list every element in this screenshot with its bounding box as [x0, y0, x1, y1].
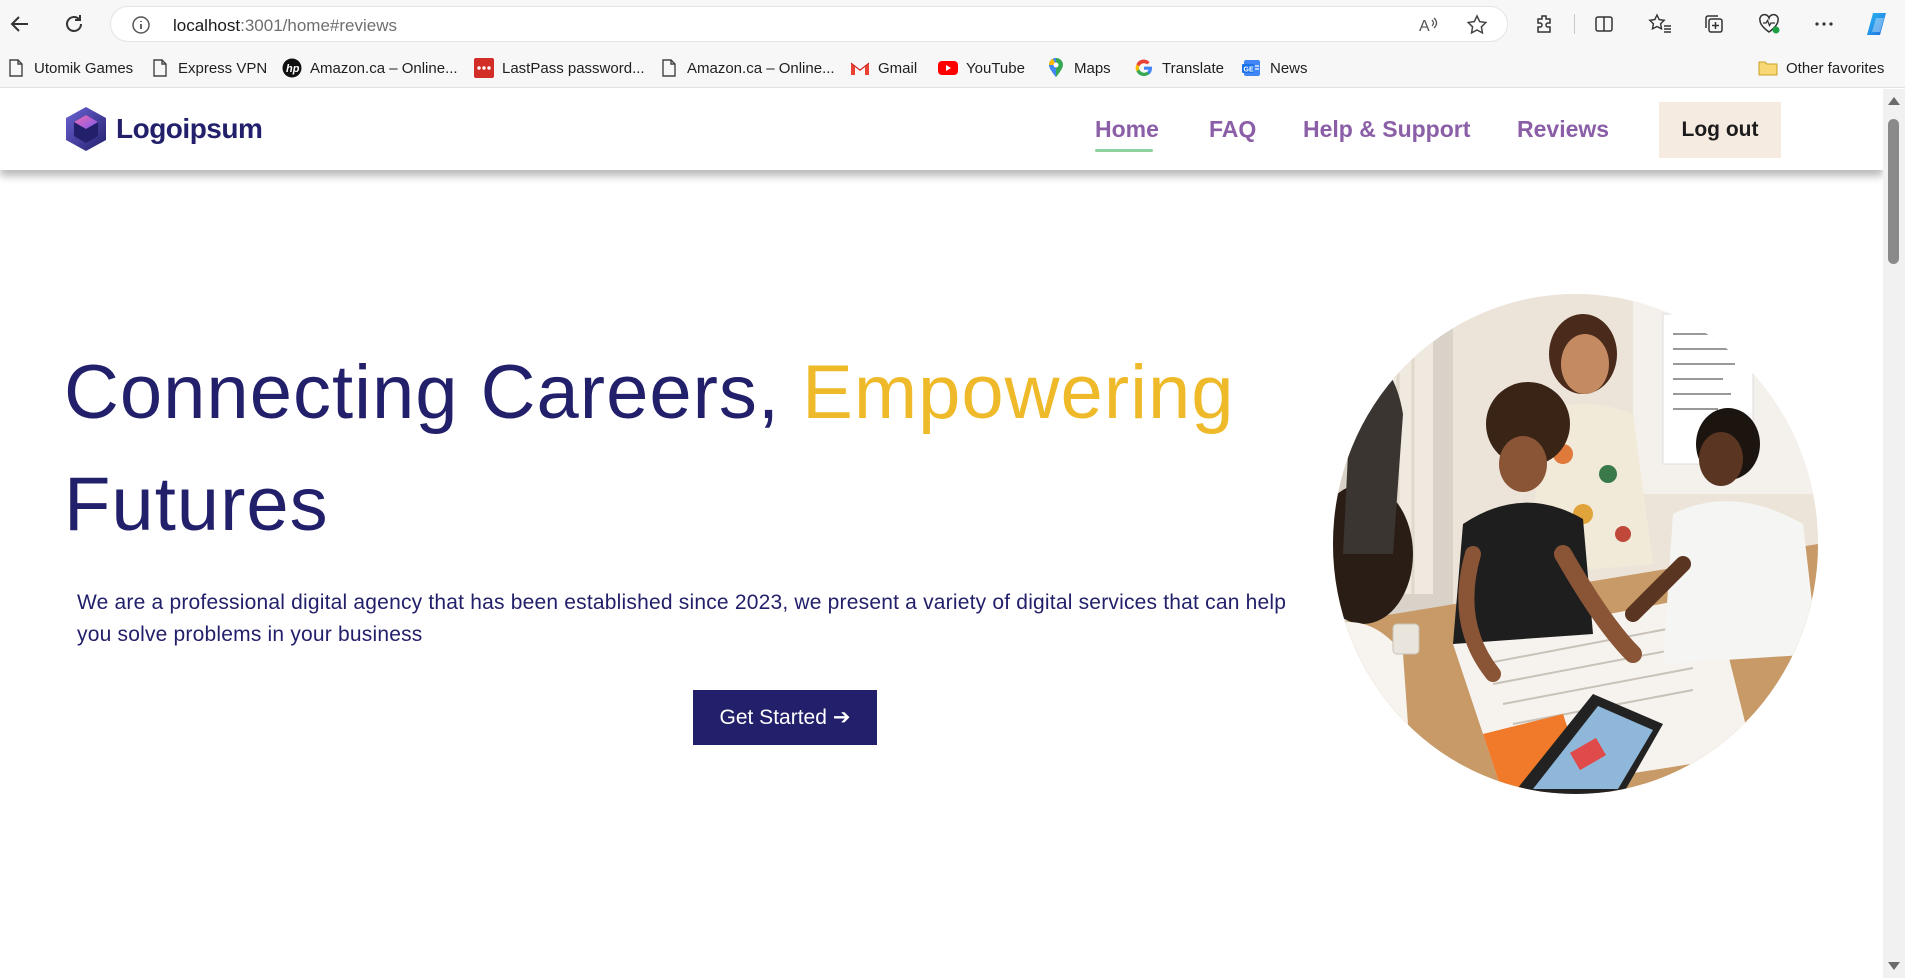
bookmark-express-vpn[interactable]: Express VPN	[150, 56, 267, 80]
bookmark-label: Amazon.ca – Online...	[687, 59, 835, 77]
bookmark-youtube[interactable]: YouTube	[938, 56, 1025, 80]
bookmark-label: YouTube	[966, 59, 1025, 77]
back-arrow-icon	[10, 16, 28, 32]
maps-icon	[1046, 58, 1066, 78]
scroll-thumb[interactable]	[1888, 119, 1899, 264]
bookmark-label: Utomik Games	[34, 59, 134, 77]
bookmark-label: Express VPN	[178, 59, 268, 77]
svg-text:A: A	[1419, 18, 1430, 35]
browser-essentials-icon[interactable]	[1757, 12, 1781, 36]
bookmark-news[interactable]: GE News	[1242, 56, 1308, 80]
read-aloud-icon[interactable]: A	[1417, 14, 1439, 36]
page-icon	[6, 58, 26, 78]
nav-home[interactable]: Home	[1095, 116, 1159, 143]
hp-icon: hp	[282, 58, 302, 78]
bookmark-label: Amazon.ca – Online...	[310, 59, 458, 77]
google-icon	[1134, 58, 1154, 78]
logout-button[interactable]: Log out	[1659, 102, 1781, 158]
bookmark-label: Other favorites	[1786, 59, 1885, 77]
bookmark-label: Translate	[1162, 59, 1224, 77]
url-text[interactable]: localhost:3001/home#reviews	[173, 16, 397, 36]
page-scrollbar[interactable]	[1883, 89, 1905, 978]
site-info-icon[interactable]	[131, 15, 151, 35]
collections-icon[interactable]	[1702, 12, 1726, 36]
site-header: Logoipsum Home FAQ Help & Support Review…	[0, 89, 1883, 170]
news-icon: GE	[1242, 58, 1262, 78]
reload-button[interactable]	[58, 8, 90, 40]
nav-faq[interactable]: FAQ	[1209, 116, 1256, 143]
bookmark-maps[interactable]: Maps	[1046, 56, 1111, 80]
favorites-icon[interactable]	[1648, 12, 1672, 36]
hero-title-part1: Connecting Careers,	[64, 350, 803, 435]
svg-text:GE: GE	[1244, 67, 1254, 74]
bookmark-amazon[interactable]: Amazon.ca – Online...	[659, 56, 835, 80]
bookmark-label: LastPass password...	[502, 59, 645, 77]
browser-toolbar: localhost:3001/home#reviews A	[0, 0, 1905, 48]
youtube-icon	[938, 58, 958, 78]
get-started-button[interactable]: Get Started ➔	[693, 690, 877, 745]
nav-help-support[interactable]: Help & Support	[1303, 116, 1470, 143]
bookmark-other-favorites[interactable]: Other favorites	[1758, 56, 1884, 80]
bookmark-lastpass[interactable]: LastPass password...	[474, 56, 645, 80]
web-page: Logoipsum Home FAQ Help & Support Review…	[0, 89, 1883, 978]
svg-text:hp: hp	[286, 63, 300, 75]
bookmark-gmail[interactable]: Gmail	[850, 56, 917, 80]
hero-title-part2: Futures	[64, 462, 329, 547]
logo-text: Logoipsum	[116, 113, 263, 144]
favorite-star-icon[interactable]	[1466, 14, 1488, 36]
hero-title-accent: Empowering	[802, 350, 1235, 435]
bookmark-label: Maps	[1074, 59, 1111, 77]
nav-reviews[interactable]: Reviews	[1517, 116, 1609, 143]
site-logo[interactable]: Logoipsum	[64, 105, 263, 153]
scroll-down-arrow-icon[interactable]	[1888, 962, 1900, 970]
logo-hexagon-icon	[66, 107, 106, 151]
bookmark-amazon-hp[interactable]: hp Amazon.ca – Online...	[282, 56, 458, 80]
url-host: localhost	[173, 16, 241, 35]
split-screen-icon[interactable]	[1592, 12, 1616, 36]
gmail-icon	[850, 58, 870, 78]
nav-active-indicator	[1095, 149, 1153, 152]
team-working-illustration	[1333, 294, 1818, 794]
address-bar[interactable]: localhost:3001/home#reviews A	[110, 6, 1508, 42]
hero-photo	[1333, 294, 1818, 794]
bookmarks-bar: Utomik Games Express VPN hp Amazon.ca – …	[0, 48, 1905, 88]
arrow-right-icon: ➔	[832, 706, 851, 729]
scroll-up-arrow-icon[interactable]	[1888, 97, 1900, 105]
page-icon	[659, 58, 679, 78]
hero-title: Connecting Careers, Empowering Futures	[64, 337, 1314, 561]
bookmark-label: Gmail	[878, 59, 918, 77]
reload-icon	[66, 15, 82, 32]
bookmark-translate[interactable]: Translate	[1134, 56, 1224, 80]
url-path: :3001/home#reviews	[240, 16, 397, 35]
back-button[interactable]	[4, 8, 36, 40]
hero-description: We are a professional digital agency tha…	[77, 591, 1287, 646]
toolbar-divider	[1574, 14, 1575, 34]
extensions-icon[interactable]	[1533, 12, 1557, 36]
bookmark-utomik-games[interactable]: Utomik Games	[6, 56, 133, 80]
bookmark-label: News	[1270, 59, 1308, 77]
get-started-label: Get Started	[719, 705, 827, 729]
folder-icon	[1758, 58, 1778, 78]
copilot-icon[interactable]	[1864, 10, 1892, 38]
more-options-icon[interactable]	[1812, 12, 1836, 36]
lastpass-icon	[474, 58, 494, 78]
page-icon	[150, 58, 170, 78]
